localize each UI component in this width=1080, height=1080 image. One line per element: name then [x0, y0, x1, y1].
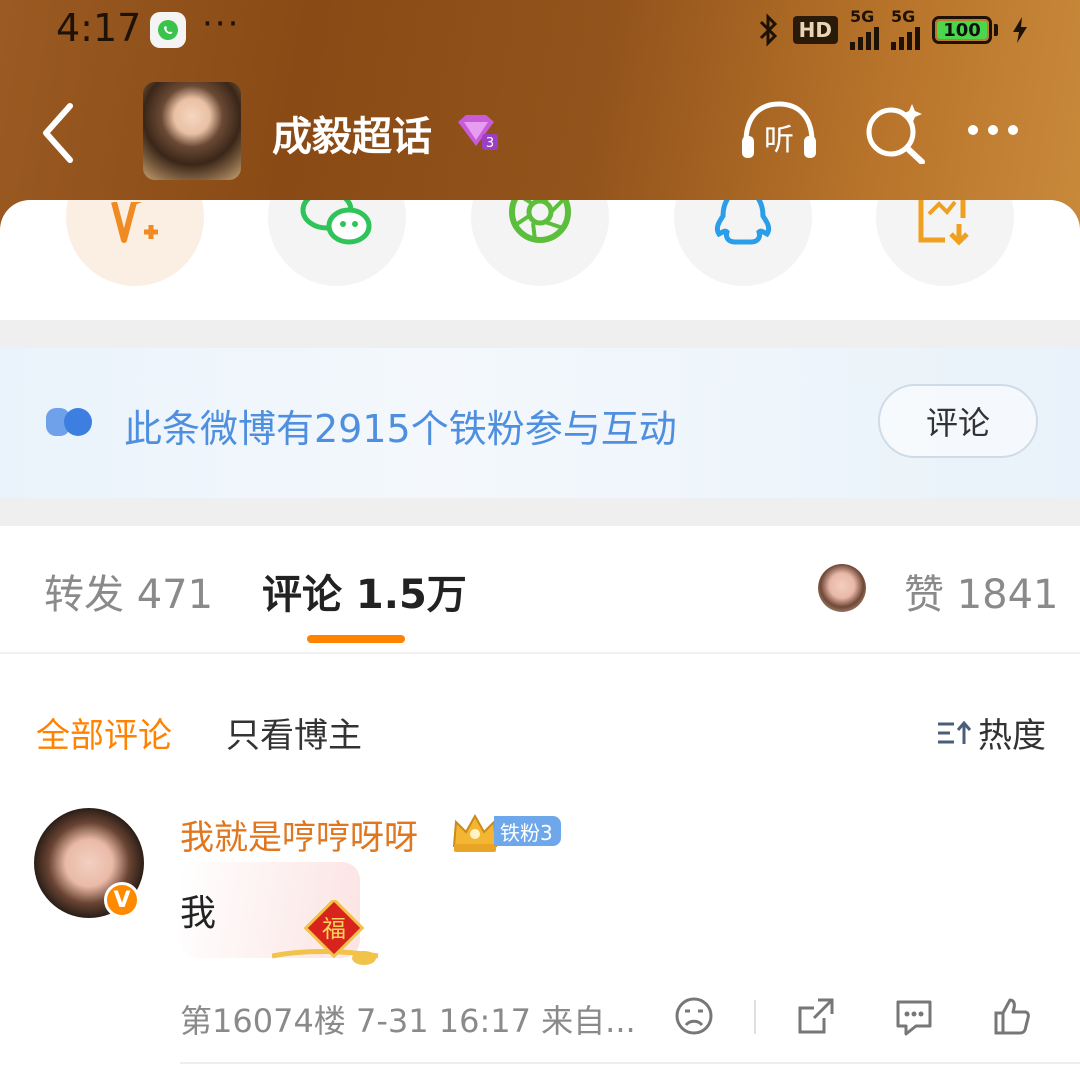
svg-text:福: 福 — [322, 915, 346, 943]
like-icon[interactable] — [992, 996, 1032, 1036]
svg-text:听: 听 — [764, 123, 794, 158]
comment-meta: 第16074楼 7-31 16:17 来自... — [180, 1002, 636, 1040]
status-right: HD 5G 5G 100 — [755, 9, 1030, 50]
liker-avatar — [818, 564, 866, 612]
tab-indicator — [307, 635, 405, 643]
share-weibo-button[interactable] — [66, 200, 204, 286]
fan-badge-icon — [46, 408, 92, 436]
topic-avatar[interactable] — [143, 82, 241, 180]
filter-owner-only[interactable]: 只看博主 — [226, 708, 362, 757]
back-button[interactable] — [36, 98, 86, 168]
share-qq-button[interactable] — [674, 200, 812, 286]
signal-2: 5G — [891, 9, 920, 50]
battery-icon: 100 — [932, 16, 992, 44]
signal-bars-icon — [891, 24, 920, 50]
content-sheet: 此条微博有2915个铁粉参与互动 评论 转发 471 评论 1.5万 赞 184… — [0, 200, 1080, 1080]
dot-icon — [968, 125, 978, 135]
comment-icon[interactable] — [894, 996, 934, 1036]
share-moments-button[interactable] — [471, 200, 609, 286]
crown-icon — [452, 813, 498, 852]
diamond-level-icon: 3 — [452, 112, 500, 152]
search-icon — [866, 104, 925, 165]
fan-comment-button[interactable]: 评论 — [878, 384, 1038, 458]
more-button[interactable] — [968, 118, 1034, 142]
comment-text: 我 — [180, 893, 217, 934]
share-wechat-button[interactable] — [268, 200, 406, 286]
dot-icon — [1008, 125, 1018, 135]
hd-badge: HD — [792, 16, 838, 44]
action-separator — [754, 1000, 756, 1034]
dot-icon — [988, 125, 998, 135]
fan-level-badge: 铁粉3 — [494, 816, 561, 846]
filter-all-comments[interactable]: 全部评论 — [36, 708, 172, 757]
tab-forward[interactable]: 转发 471 — [44, 562, 213, 620]
comment-username[interactable]: 我就是哼哼呀呀 — [180, 810, 418, 859]
status-time: 4:17 — [56, 6, 142, 50]
search-button[interactable] — [862, 98, 928, 165]
qq-icon — [714, 200, 772, 245]
bluetooth-icon — [759, 13, 777, 47]
section-divider — [0, 498, 1080, 526]
comment-divider — [180, 1062, 1080, 1064]
svg-text:3: 3 — [486, 136, 494, 151]
tab-comment[interactable]: 评论 1.5万 — [262, 562, 467, 620]
tab-like[interactable]: 赞 1841 — [904, 562, 1059, 620]
save-image-icon — [918, 200, 969, 246]
signal-bars-icon — [850, 24, 879, 50]
weibo-compose-icon — [111, 202, 158, 243]
tabs-divider — [0, 652, 1080, 654]
sort-hot-button[interactable]: 热度 — [936, 708, 1046, 757]
section-divider — [0, 320, 1080, 348]
moments-icon — [509, 200, 571, 243]
share-icon[interactable] — [796, 996, 836, 1036]
headphone-icon: 听 — [742, 101, 816, 158]
wechat-icon — [300, 200, 372, 245]
fan-interaction-banner: 此条微博有2915个铁粉参与互动 评论 — [0, 348, 1080, 498]
whatsapp-icon — [150, 12, 186, 48]
charging-icon — [1013, 17, 1027, 43]
listen-button[interactable]: 听 — [738, 98, 820, 164]
fan-interaction-text: 此条微博有2915个铁粉参与互动 — [124, 407, 677, 451]
signal-1: 5G — [850, 9, 879, 50]
status-bar: 4:17 ··· HD 5G 5G 100 — [0, 0, 1080, 60]
share-row — [0, 200, 1080, 320]
save-image-button[interactable] — [876, 200, 1014, 286]
verified-badge-icon: V — [104, 882, 140, 918]
topic-title[interactable]: 成毅超话 — [272, 104, 432, 162]
sort-icon — [938, 720, 972, 744]
chevron-left-icon — [43, 103, 73, 163]
status-more: ··· — [202, 4, 241, 44]
fu-decoration-icon: 福 — [272, 900, 379, 965]
dislike-face-icon[interactable] — [674, 996, 714, 1036]
